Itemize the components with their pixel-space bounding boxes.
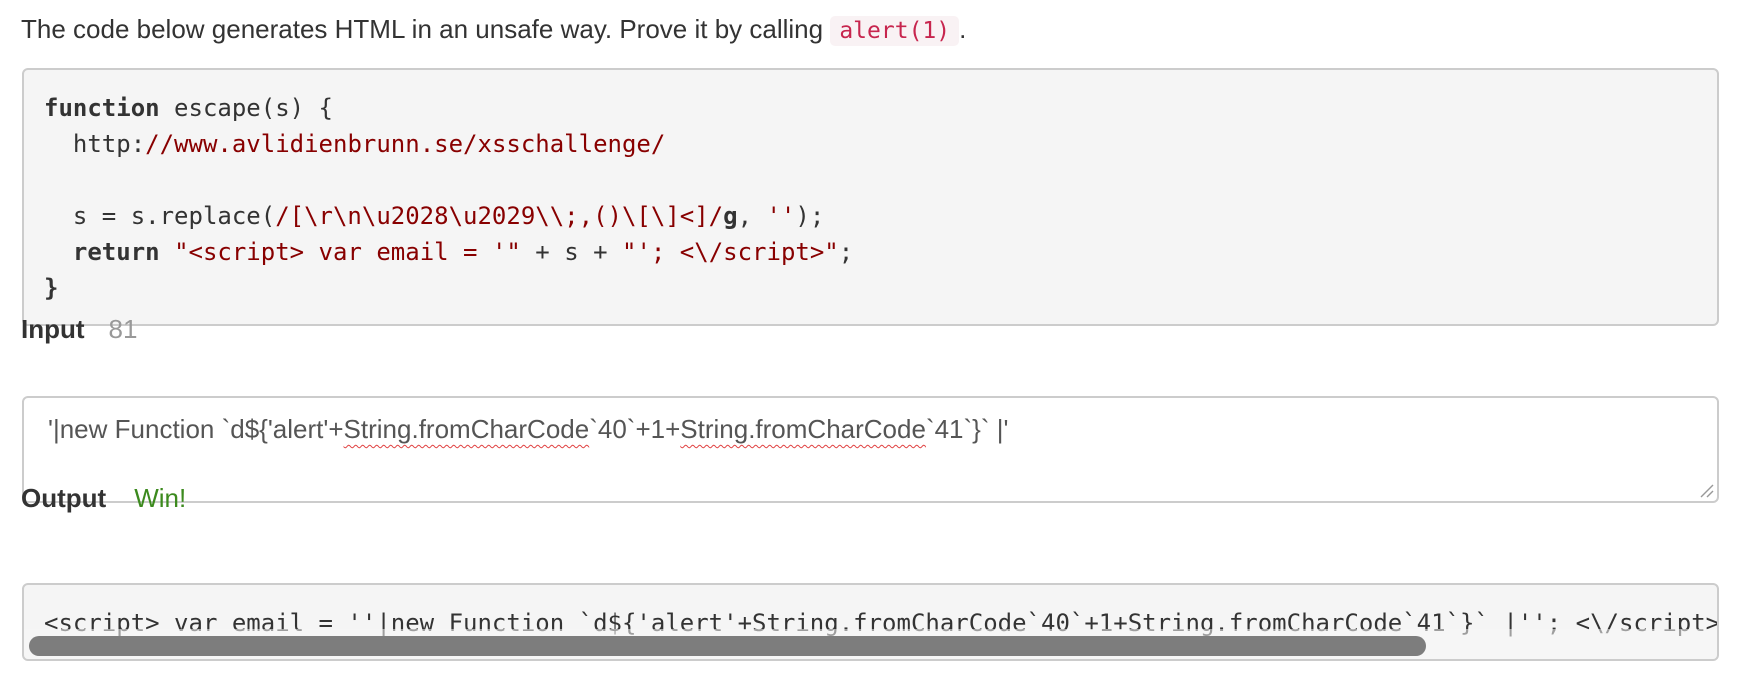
- scrollbar-thumb[interactable]: [29, 636, 1426, 656]
- return-concat: + s +: [520, 238, 622, 266]
- return-semicolon: ;: [838, 238, 854, 266]
- description-text: The code below generates HTML in an unsa…: [21, 14, 831, 44]
- resize-handle-icon[interactable]: [1698, 482, 1714, 498]
- output-header: Output Win!: [21, 480, 186, 516]
- replace-empty-string: '': [766, 202, 796, 230]
- source-code-block: function escape(s) { http://www.avlidien…: [22, 68, 1719, 326]
- alert-code-snippet: alert(1): [830, 16, 960, 46]
- url-label: http:: [44, 130, 146, 158]
- input-text-part3: `41`}` |': [925, 414, 1009, 444]
- payload-input[interactable]: '|new Function `d${'alert'+String.fromCh…: [22, 396, 1719, 503]
- output-block: <script> var email = ''|new Function `d$…: [22, 583, 1719, 661]
- output-label: Output: [21, 483, 107, 513]
- closing-brace: }: [44, 274, 59, 302]
- win-status: Win!: [134, 483, 187, 513]
- input-label: Input: [21, 314, 85, 344]
- replace-regex: /[\r\n\u2028\u2029\\;,()\[\]<]/: [275, 202, 724, 230]
- replace-call-end: );: [795, 202, 825, 230]
- challenge-description: The code below generates HTML in an unsa…: [21, 10, 966, 50]
- input-text-spellcheck-1: String.fromCharCode: [343, 414, 590, 444]
- keyword-return: return: [72, 238, 160, 266]
- regex-flag: g: [723, 202, 738, 230]
- input-char-count: 81: [108, 314, 138, 344]
- url-comment: //www.avlidienbrunn.se/xsschallenge/: [145, 130, 666, 158]
- input-text-part1: '|new Function `d${'alert'+: [48, 414, 344, 444]
- input-text-spellcheck-2: String.fromCharCode: [680, 414, 926, 444]
- keyword-function: function: [44, 94, 160, 122]
- description-period: .: [959, 14, 967, 44]
- return-string-close: "'; <\/script>": [622, 238, 839, 266]
- return-string-open: "<script> var email = '": [174, 238, 521, 266]
- output-horizontal-scrollbar[interactable]: [24, 629, 1717, 659]
- replace-call-start: s = s.replace(: [44, 202, 276, 230]
- input-text-part2: `40`+1+: [589, 414, 681, 444]
- replace-separator: ,: [737, 202, 767, 230]
- input-header: Input 81: [21, 311, 137, 347]
- source-code: function escape(s) { http://www.avlidien…: [44, 90, 1697, 306]
- function-signature: escape(s) {: [159, 94, 333, 122]
